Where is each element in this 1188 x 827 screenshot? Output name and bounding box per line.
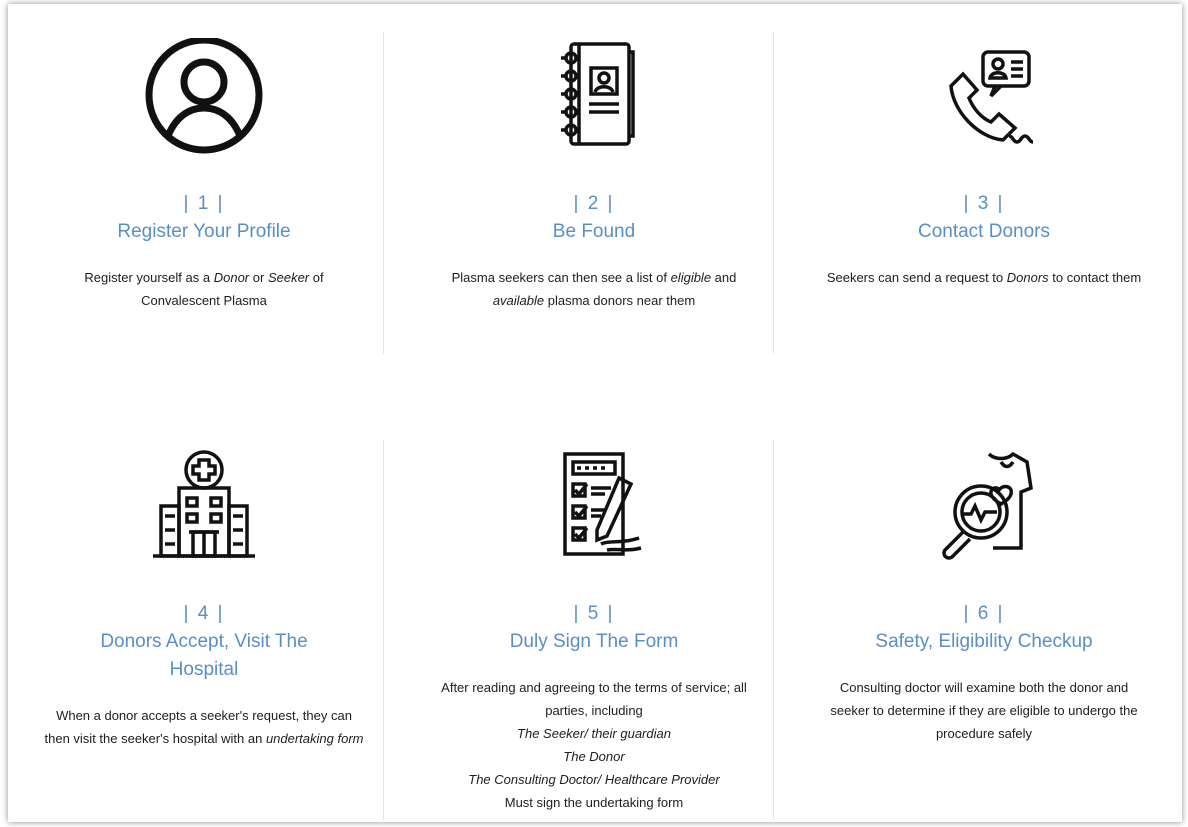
step-title: Duly Sign The Form: [509, 631, 679, 652]
step-description: When a donor accepts a seeker's request,…: [44, 708, 364, 746]
step-number: | 3 |: [963, 193, 1005, 214]
phone-contact-icon: [919, 38, 1049, 168]
sign-form-icon: [529, 448, 659, 578]
step-description: After reading and agreeing to the terms …: [441, 680, 747, 810]
step-number: | 1 |: [183, 193, 225, 214]
hospital-icon: [139, 448, 269, 578]
step-5: | 5 | Duly Sign The Form After reading a…: [404, 448, 784, 814]
step-description: Consulting doctor will examine both the …: [830, 680, 1138, 741]
step-description: Plasma seekers can then see a list of el…: [451, 270, 737, 308]
step-description: Seekers can send a request to Donors to …: [826, 270, 1142, 285]
step-number: | 6 |: [963, 603, 1005, 624]
step-title: Be Found: [552, 221, 636, 242]
step-number: | 5 |: [573, 603, 615, 624]
step-title: Donors Accept, Visit The Hospital: [100, 631, 308, 680]
step-title: Safety, Eligibility Checkup: [875, 631, 1093, 652]
step-description: Register yourself as a Donor or Seeker o…: [84, 270, 324, 308]
user-profile-icon: [139, 38, 269, 168]
step-6: | 6 | Safety, Eligibility Checkup Consul…: [794, 448, 1174, 745]
step-3: | 3 | Contact Donors Seekers can send a …: [794, 38, 1174, 289]
step-title: Register Your Profile: [117, 221, 291, 242]
step-title: Contact Donors: [917, 221, 1050, 242]
address-book-icon: [529, 38, 659, 168]
how-it-works-panel: | 1 | Register Your Profile Register you…: [8, 4, 1182, 822]
health-checkup-icon: [919, 448, 1049, 578]
step-4: | 4 | Donors Accept, Visit The Hospital …: [14, 448, 394, 750]
step-number: | 2 |: [573, 193, 615, 214]
step-1: | 1 | Register Your Profile Register you…: [14, 38, 394, 312]
step-number: | 4 |: [183, 603, 225, 624]
step-2: | 2 | Be Found Plasma seekers can then s…: [404, 38, 784, 312]
